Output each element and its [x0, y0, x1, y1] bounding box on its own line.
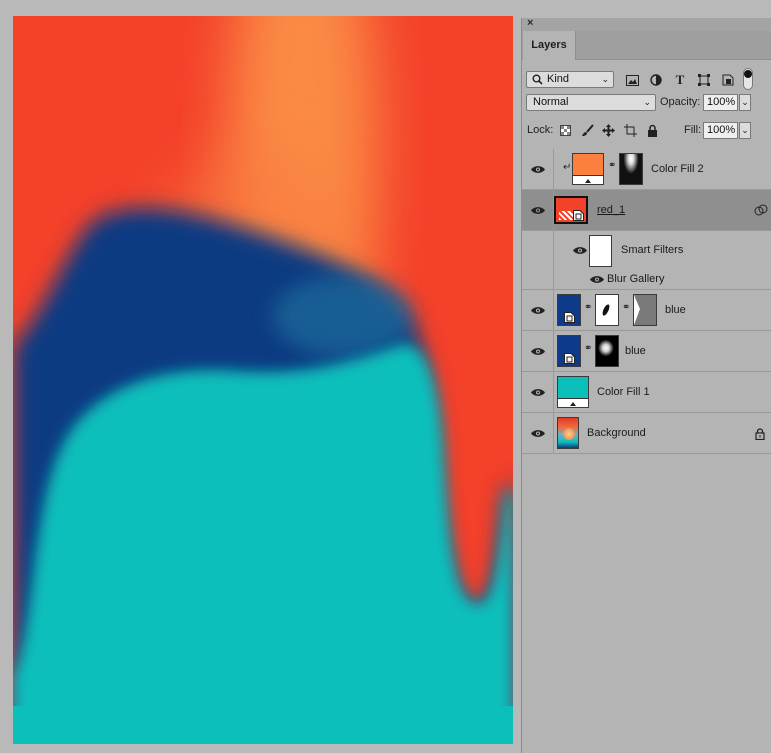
filter-kind-label: Kind	[547, 73, 570, 85]
layer-thumbnail[interactable]	[557, 335, 581, 367]
filter-toggle-icon[interactable]	[742, 68, 754, 90]
link-chain-icon[interactable]: ⚭	[608, 160, 616, 171]
layer-blue-2[interactable]: ⚭ blue	[522, 331, 771, 372]
smart-object-badge-icon	[564, 353, 575, 364]
layer-thumbnail[interactable]	[554, 196, 588, 224]
layer-thumbnail[interactable]	[557, 376, 589, 408]
layer-red-1[interactable]: red_1	[522, 190, 771, 231]
opacity-input[interactable]: 100%	[703, 94, 738, 111]
layer-thumbnail[interactable]	[572, 153, 604, 185]
eye-icon[interactable]	[573, 246, 587, 255]
lock-icon	[755, 428, 765, 440]
blend-mode-select[interactable]: Normal ⌄	[526, 94, 656, 111]
link-chain-icon[interactable]: ⚭	[584, 343, 592, 354]
eye-icon[interactable]	[531, 429, 545, 438]
layer-name[interactable]: blue	[625, 345, 646, 357]
layer-name[interactable]: Background	[587, 427, 646, 439]
eye-icon[interactable]	[531, 388, 545, 397]
blend-row: Normal ⌄ Opacity: 100% ⌄	[522, 88, 771, 116]
chevron-down-icon: ⌄	[601, 74, 609, 84]
layer-mask-thumbnail[interactable]	[619, 153, 643, 185]
lock-all-icon[interactable]	[644, 122, 660, 138]
chevron-down-icon: ⌄	[643, 97, 651, 107]
smart-filter-mask-thumbnail[interactable]	[589, 235, 612, 267]
layer-name[interactable]: blue	[665, 304, 686, 316]
smart-filter-indicator-icon[interactable]	[754, 204, 768, 216]
lock-pixels-brush-icon[interactable]	[579, 122, 595, 138]
layer-name[interactable]: Color Fill 1	[597, 386, 650, 398]
panel-tabbar: Layers	[522, 31, 771, 60]
layers-list: ↵ ⚭ Color Fill 2 red_1 Smart Filters Blu…	[522, 149, 771, 454]
layers-panel: × Layers Kind ⌄ T Normal ⌄ Opacity: 100%…	[521, 17, 771, 753]
blend-mode-value: Normal	[533, 96, 569, 108]
lock-artboard-icon[interactable]	[622, 122, 638, 138]
eye-icon[interactable]	[590, 275, 604, 284]
lock-position-move-icon[interactable]	[600, 122, 616, 138]
layer-background[interactable]: Background	[522, 413, 771, 454]
lock-transparency-icon[interactable]	[557, 122, 573, 138]
layer-thumbnail[interactable]	[557, 417, 579, 449]
fill-label: Fill:	[684, 124, 702, 136]
fill-dropdown-icon[interactable]: ⌄	[739, 122, 751, 139]
search-icon	[532, 74, 543, 85]
link-chain-icon[interactable]: ⚭	[622, 302, 630, 313]
smart-object-badge-icon	[564, 312, 575, 323]
canvas-artwork	[13, 16, 513, 744]
lock-label: Lock:	[527, 124, 554, 136]
smartobject-filter-icon[interactable]	[720, 72, 736, 88]
layer-color-fill-1[interactable]: Color Fill 1	[522, 372, 771, 413]
layer-mask-thumbnail[interactable]	[595, 294, 619, 326]
filter-name[interactable]: Blur Gallery	[607, 273, 664, 285]
panel-header-bar: ×	[522, 17, 771, 31]
opacity-label: Opacity:	[660, 96, 701, 108]
layer-mask-thumbnail[interactable]	[595, 335, 619, 367]
opacity-dropdown-icon[interactable]: ⌄	[739, 94, 751, 111]
link-chain-icon[interactable]: ⚭	[584, 302, 592, 313]
document-canvas[interactable]	[13, 16, 513, 744]
filter-kind-select[interactable]: Kind ⌄	[526, 71, 614, 88]
vector-mask-thumbnail[interactable]	[633, 294, 657, 326]
eye-icon[interactable]	[531, 206, 545, 215]
filter-row: Kind ⌄ T	[522, 60, 771, 90]
filter-blur-gallery[interactable]: Blur Gallery	[522, 271, 771, 290]
eye-icon[interactable]	[531, 347, 545, 356]
fill-input[interactable]: 100%	[703, 122, 738, 139]
eye-icon[interactable]	[531, 306, 545, 315]
layer-thumbnail[interactable]	[557, 294, 581, 326]
smart-object-badge-icon	[573, 210, 584, 221]
visibility-column	[522, 231, 554, 271]
smart-filters-row[interactable]: Smart Filters	[522, 231, 771, 271]
type-filter-icon[interactable]: T	[672, 72, 688, 88]
tab-layers[interactable]: Layers	[523, 31, 576, 60]
smart-filters-label: Smart Filters	[621, 244, 684, 256]
close-icon[interactable]: ×	[527, 17, 533, 30]
clipping-arrow-icon: ↵	[563, 162, 572, 173]
shape-filter-icon[interactable]	[696, 72, 712, 88]
layer-blue-1[interactable]: ⚭ ⚭ blue	[522, 290, 771, 331]
lock-row: Lock: Fill: 100% ⌄	[522, 116, 771, 144]
visibility-column	[522, 271, 554, 289]
layer-color-fill-2[interactable]: ↵ ⚭ Color Fill 2	[522, 149, 771, 190]
layer-name[interactable]: red_1	[597, 204, 625, 216]
eye-icon[interactable]	[531, 165, 545, 174]
layer-name[interactable]: Color Fill 2	[651, 163, 704, 175]
image-filter-icon[interactable]	[624, 72, 640, 88]
adjustment-filter-icon[interactable]	[648, 72, 664, 88]
